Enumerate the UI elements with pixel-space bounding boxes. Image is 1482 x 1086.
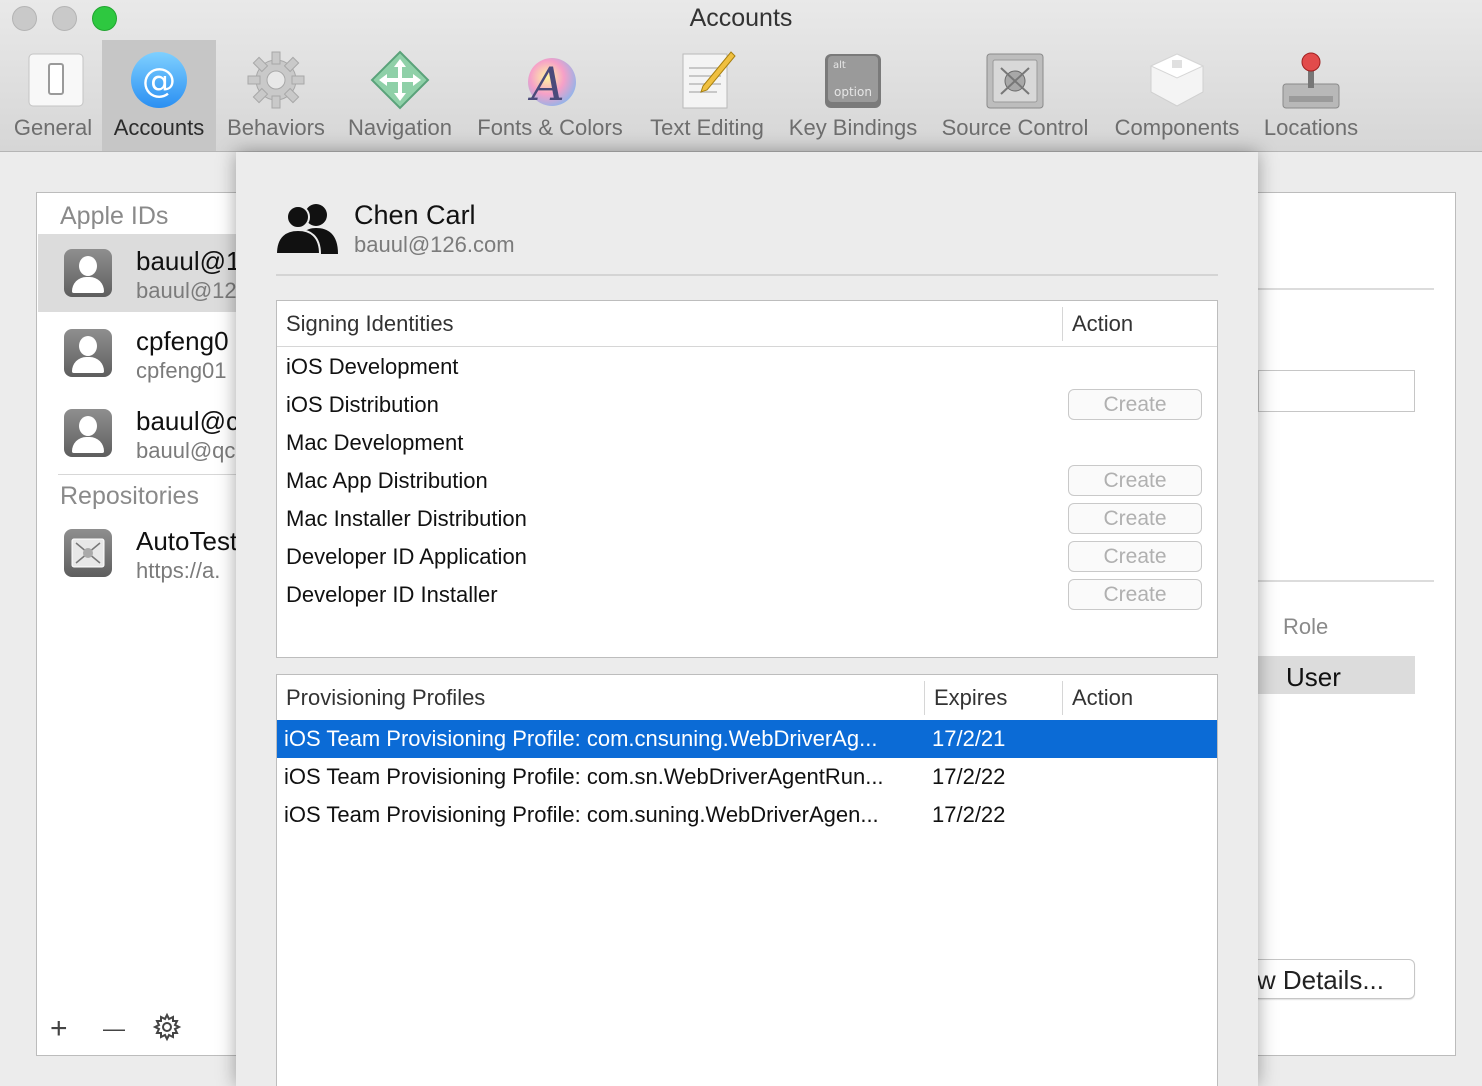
box-icon: [1147, 50, 1207, 110]
option-key-icon: alt option: [823, 50, 883, 110]
role-row[interactable]: User: [1258, 656, 1415, 694]
profiles-action-header[interactable]: Action: [1072, 685, 1133, 711]
role-header: Role: [1283, 614, 1329, 639]
account-row[interactable]: bauul@1 bauul@12: [38, 234, 240, 312]
window-title: Accounts: [689, 4, 793, 32]
signing-row[interactable]: iOS Development: [277, 348, 1217, 386]
tab-text-editing[interactable]: Text Editing: [640, 40, 774, 151]
tab-fonts-colors[interactable]: A Fonts & Colors: [466, 40, 634, 151]
user-avatar-icon: [64, 329, 112, 377]
tab-general[interactable]: General: [4, 40, 102, 151]
create-ios-distribution-button[interactable]: Create: [1068, 389, 1202, 420]
tab-source-control[interactable]: Source Control: [930, 40, 1100, 151]
profiles-header: Provisioning Profiles Expires Action: [277, 675, 1217, 721]
tab-locations[interactable]: Locations: [1256, 40, 1366, 151]
font-colors-icon: A: [520, 50, 580, 111]
svg-text:@: @: [142, 61, 176, 101]
create-mac-app-distribution-button[interactable]: Create: [1068, 465, 1202, 496]
svg-text:A: A: [527, 57, 564, 110]
right-divider: [1258, 288, 1434, 290]
signing-row[interactable]: Mac App Distribution Create: [277, 462, 1217, 500]
profile-row[interactable]: iOS Team Provisioning Profile: com.sunin…: [277, 796, 1217, 834]
svg-text:option: option: [834, 85, 872, 99]
profile-row[interactable]: iOS Team Provisioning Profile: com.sn.We…: [277, 758, 1217, 796]
repository-row[interactable]: AutoTest https://a.: [38, 514, 238, 592]
sidebar-divider: [58, 474, 238, 475]
user-avatar-icon: [64, 249, 112, 297]
at-sign-icon: @: [129, 50, 189, 110]
repository-safe-icon: [64, 529, 112, 577]
user-name: Chen Carl: [354, 200, 476, 230]
team-users-icon: [274, 202, 340, 255]
apple-ids-header: Apple IDs: [60, 202, 169, 230]
move-arrows-icon: [370, 50, 430, 110]
profiles-name-header[interactable]: Provisioning Profiles: [286, 685, 485, 711]
create-developer-id-installer-button[interactable]: Create: [1068, 579, 1202, 610]
signing-row[interactable]: Developer ID Installer Create: [277, 576, 1217, 614]
tab-behaviors[interactable]: Behaviors: [220, 40, 332, 151]
create-mac-installer-distribution-button[interactable]: Create: [1068, 503, 1202, 534]
user-email: bauul@126.com: [354, 232, 515, 257]
tab-components[interactable]: Components: [1104, 40, 1250, 151]
signing-row[interactable]: Mac Development: [277, 424, 1217, 462]
account-row[interactable]: bauul@c bauul@qc: [38, 394, 239, 472]
signing-header: Signing Identities Action: [277, 301, 1217, 347]
tab-navigation[interactable]: Navigation: [338, 40, 462, 151]
tab-key-bindings[interactable]: alt option Key Bindings: [780, 40, 926, 151]
signing-row[interactable]: Developer ID Application Create: [277, 538, 1217, 576]
gear-icon: [246, 50, 306, 110]
provisioning-profiles-table: Provisioning Profiles Expires Action iOS…: [276, 674, 1218, 1086]
user-avatar-icon: [64, 409, 112, 457]
tab-accounts[interactable]: @ Accounts: [102, 40, 216, 151]
toolbar: Accounts General @ Accounts Behaviors Na…: [0, 0, 1482, 152]
account-row[interactable]: cpfeng0 cpfeng01: [38, 314, 238, 392]
signing-identities-table: Signing Identities Action iOS Developmen…: [276, 300, 1218, 658]
signing-row[interactable]: Mac Installer Distribution Create: [277, 500, 1217, 538]
safe-icon: [985, 50, 1045, 110]
account-field[interactable]: [1258, 370, 1415, 412]
profiles-expires-header[interactable]: Expires: [934, 685, 1007, 711]
remove-account-button[interactable]: —: [103, 1016, 125, 1042]
signing-row[interactable]: iOS Distribution Create: [277, 386, 1217, 424]
create-developer-id-application-button[interactable]: Create: [1068, 541, 1202, 572]
repositories-header: Repositories: [60, 482, 199, 510]
settings-gear-icon[interactable]: [152, 1012, 182, 1042]
signing-name-header[interactable]: Signing Identities: [286, 311, 454, 337]
account-details-sheet: Chen Carl bauul@126.com Signing Identiti…: [236, 152, 1258, 1086]
svg-text:alt: alt: [833, 60, 846, 71]
sheet-separator: [276, 274, 1218, 276]
joystick-drive-icon: [1281, 50, 1341, 110]
profile-row[interactable]: iOS Team Provisioning Profile: com.cnsun…: [277, 720, 1217, 758]
add-account-button[interactable]: +: [50, 1012, 68, 1046]
signing-action-header[interactable]: Action: [1072, 311, 1133, 337]
view-details-button[interactable]: View Details...: [1258, 959, 1415, 999]
switch-icon: [26, 50, 86, 110]
pencil-paper-icon: [677, 50, 737, 110]
right-divider: [1258, 580, 1434, 582]
